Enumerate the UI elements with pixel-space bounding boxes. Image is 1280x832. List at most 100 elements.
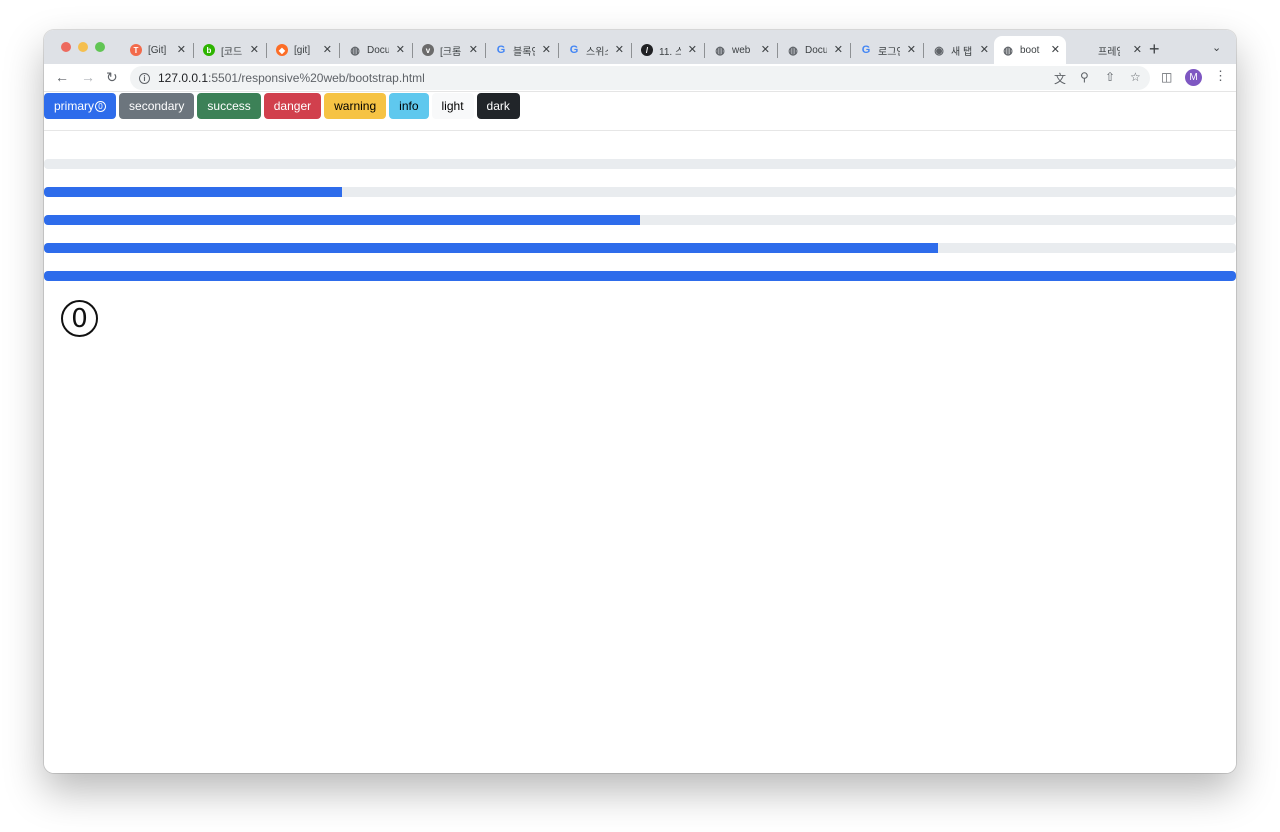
url-host: 127.0.0.1 xyxy=(158,71,209,85)
tab-8[interactable]: ◍ web ✕ xyxy=(706,36,776,64)
progress-fill xyxy=(44,271,1236,281)
success-button[interactable]: success xyxy=(197,93,261,119)
translate-icon[interactable]: 文 xyxy=(1054,70,1066,87)
progress-bar xyxy=(44,271,1236,281)
light-button[interactable]: light xyxy=(431,93,474,119)
address-bar[interactable]: i 127.0.0.1:5501/responsive%20web/bootst… xyxy=(130,66,1150,90)
button-label: success xyxy=(207,99,251,113)
progress-bar xyxy=(44,215,1236,225)
button-label: danger xyxy=(273,99,312,113)
button-label: warning xyxy=(334,99,377,113)
tab-title: Docu xyxy=(367,44,389,56)
google-icon: G xyxy=(496,44,506,56)
close-tab-icon[interactable]: ✕ xyxy=(688,43,697,56)
browser-window: T [Git] ✕ b [코드 ✕ ◆ [git] ✕ ◍ Docu ✕ v [크롬 ✕ G 블록인 ✕ G 스위스 ✕… xyxy=(44,30,1236,773)
close-tab-icon[interactable]: ✕ xyxy=(1051,43,1060,56)
zoom-icon[interactable]: ⚲ xyxy=(1080,70,1089,84)
tab-title: [크롬 xyxy=(440,46,462,58)
tab-search-chevron-icon[interactable]: ⌄ xyxy=(1212,41,1221,54)
globe-icon: ◍ xyxy=(350,44,360,57)
tab-separator xyxy=(558,43,559,58)
close-tab-icon[interactable]: ✕ xyxy=(323,43,332,56)
tab-title: [코드 xyxy=(221,46,243,58)
close-tab-icon[interactable]: ✕ xyxy=(1133,43,1142,56)
close-tab-icon[interactable]: ✕ xyxy=(834,43,843,56)
tab-title: 11. 스 xyxy=(659,46,681,58)
tab-0[interactable]: T [Git] ✕ xyxy=(122,36,192,64)
tab-title: 블록인 xyxy=(513,46,535,58)
secondary-button[interactable]: secondary xyxy=(119,93,195,119)
minimize-window-button[interactable] xyxy=(78,42,88,52)
tab-separator xyxy=(339,43,340,58)
close-tab-icon[interactable]: ✕ xyxy=(396,43,405,56)
count-badge: 0 xyxy=(95,100,107,112)
google-icon: G xyxy=(569,44,579,56)
close-tab-icon[interactable]: ✕ xyxy=(761,43,770,56)
close-tab-icon[interactable]: ✕ xyxy=(907,43,916,56)
tab-separator xyxy=(850,43,851,58)
site-info-icon[interactable]: i xyxy=(139,72,150,84)
tab-5[interactable]: G 블록인 ✕ xyxy=(487,36,557,64)
tab-separator xyxy=(412,43,413,58)
close-tab-icon[interactable]: ✕ xyxy=(469,43,478,56)
menu-kebab-icon[interactable]: ⋮ xyxy=(1214,68,1227,84)
close-tab-icon[interactable]: ✕ xyxy=(542,43,551,56)
close-window-button[interactable] xyxy=(61,42,71,52)
tab-2[interactable]: ◆ [git] ✕ xyxy=(268,36,338,64)
share-icon[interactable]: ⇧ xyxy=(1105,70,1115,84)
tab-12[interactable]: ◍ boot ✕ xyxy=(994,36,1066,64)
button-label: info xyxy=(399,99,419,113)
tab-title: 프레임 xyxy=(1098,46,1120,58)
new-tab-button[interactable]: + xyxy=(1149,39,1160,60)
button-row: primary 0 secondary success danger warning inf… xyxy=(44,93,523,119)
tab-13[interactable]: 프레임 ✕ xyxy=(1078,36,1148,64)
tab-7[interactable]: / 11. 스 ✕ xyxy=(633,36,703,64)
tab-4[interactable]: v [크롬 ✕ xyxy=(414,36,484,64)
browser-toolbar: ← → ↻ i 127.0.0.1:5501/responsive%20web/… xyxy=(44,64,1236,92)
close-tab-icon[interactable]: ✕ xyxy=(250,43,259,56)
divider xyxy=(44,130,1236,131)
side-panel-icon[interactable]: ◫ xyxy=(1161,70,1172,84)
tab-title: [Git] xyxy=(148,44,167,56)
url-text[interactable]: 127.0.0.1:5501/responsive%20web/bootstra… xyxy=(158,71,425,85)
progress-fill xyxy=(44,215,640,225)
tab-title: web xyxy=(732,44,751,56)
maximize-window-button[interactable] xyxy=(95,42,105,52)
close-tab-icon[interactable]: ✕ xyxy=(615,43,624,56)
tab-separator xyxy=(923,43,924,58)
google-icon: G xyxy=(861,44,871,56)
tab-6[interactable]: G 스위스 ✕ xyxy=(560,36,630,64)
tab-11[interactable]: ◉ 새 탭 ✕ xyxy=(925,36,995,64)
tab-separator xyxy=(631,43,632,58)
tab-separator xyxy=(485,43,486,58)
bookmark-star-icon[interactable]: ☆ xyxy=(1130,70,1141,84)
tab-3[interactable]: ◍ Docu ✕ xyxy=(341,36,411,64)
tab-separator xyxy=(777,43,778,58)
avatar[interactable]: M xyxy=(1185,69,1202,86)
danger-button[interactable]: danger xyxy=(263,93,322,119)
close-tab-icon[interactable]: ✕ xyxy=(980,43,989,56)
tab-title: [git] xyxy=(294,44,311,56)
tab-title: 스위스 xyxy=(586,46,608,58)
tab-9[interactable]: ◍ Docu ✕ xyxy=(779,36,849,64)
button-label: primary xyxy=(54,99,95,113)
info-button[interactable]: info xyxy=(389,93,429,119)
dark-button[interactable]: dark xyxy=(476,93,520,119)
warning-button[interactable]: warning xyxy=(324,93,387,119)
tab-title: Docu xyxy=(805,44,827,56)
globe-icon: ◍ xyxy=(788,44,798,57)
close-tab-icon[interactable]: ✕ xyxy=(177,43,186,56)
chrome-icon: ◉ xyxy=(934,44,944,57)
globe-icon: ◍ xyxy=(1003,44,1013,57)
none xyxy=(1086,44,1092,56)
primary-button[interactable]: primary 0 xyxy=(44,93,117,119)
back-arrow-icon[interactable]: ← xyxy=(55,69,69,85)
velog-icon: v xyxy=(422,44,434,56)
forward-arrow-icon[interactable]: → xyxy=(81,69,95,85)
tab-strip: T [Git] ✕ b [코드 ✕ ◆ [git] ✕ ◍ Docu ✕ v [크롬 ✕ G 블록인 ✕ G 스위스 ✕… xyxy=(44,30,1236,64)
reload-icon[interactable]: ↻ xyxy=(106,69,118,86)
tab-1[interactable]: b [코드 ✕ xyxy=(195,36,265,64)
progress-bar xyxy=(44,159,1236,169)
tab-10[interactable]: G 로그인 ✕ xyxy=(852,36,922,64)
button-label: light xyxy=(441,99,464,113)
